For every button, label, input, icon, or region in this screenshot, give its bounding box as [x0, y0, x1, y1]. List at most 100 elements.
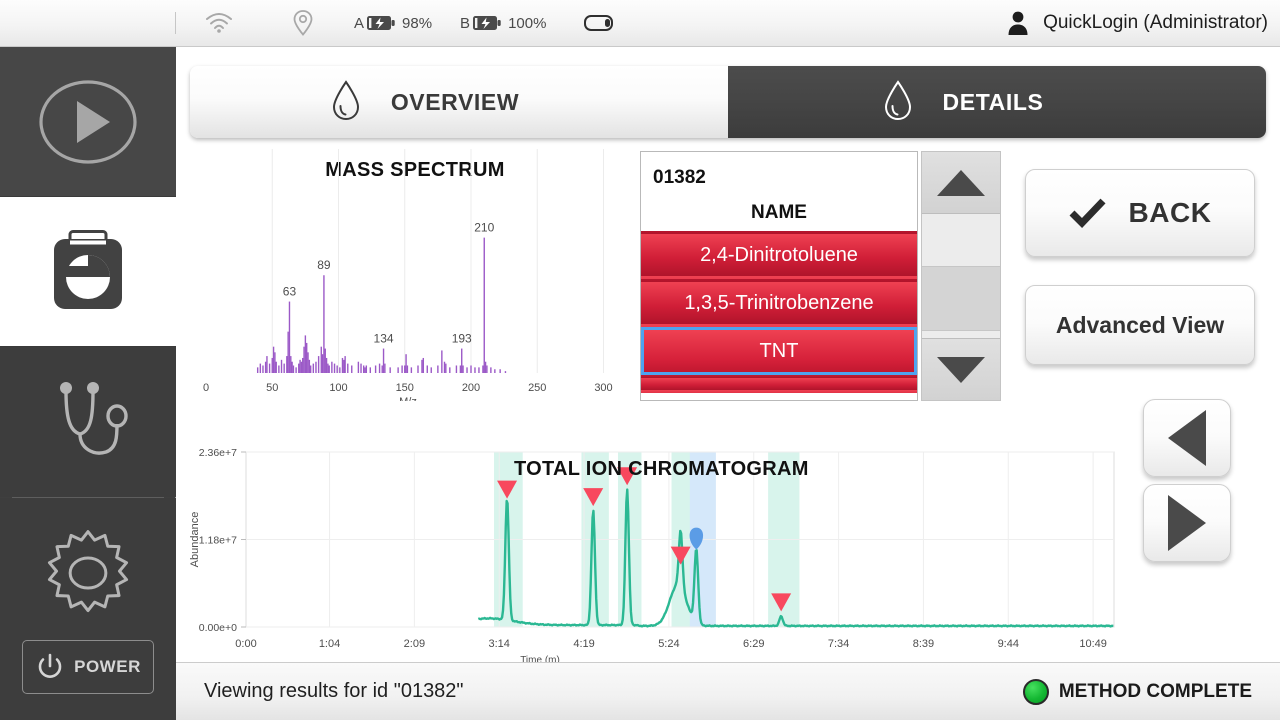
triangle-up-icon [937, 169, 985, 196]
compound-name: TNT [759, 339, 799, 362]
svg-text:2:09: 2:09 [404, 638, 425, 650]
previous-result-button[interactable] [1143, 399, 1231, 477]
method-status: METHOD COMPLETE [1022, 678, 1252, 705]
scrollbar-thumb[interactable] [922, 266, 1000, 331]
power-button-label: POWER [74, 657, 141, 676]
svg-text:134: 134 [374, 332, 394, 346]
power-button[interactable]: POWER [22, 640, 154, 694]
scroll-down-button[interactable] [922, 338, 1000, 400]
advanced-view-button-label: Advanced View [1055, 311, 1225, 338]
back-button-label: BACK [1128, 197, 1212, 228]
battery-icon [367, 16, 395, 30]
location-pin-icon[interactable] [292, 9, 314, 37]
battery-b-indicator[interactable]: B 100% [460, 14, 546, 32]
tab-details[interactable]: DETAILS [728, 66, 1266, 138]
method-status-label: METHOD COMPLETE [1058, 680, 1252, 702]
svg-text:193: 193 [452, 332, 472, 346]
scroll-up-button[interactable] [922, 152, 1000, 214]
topbar-divider [175, 12, 176, 34]
user-account[interactable]: QuickLogin (Administrator) [1007, 10, 1268, 36]
svg-text:1.18e+7: 1.18e+7 [199, 535, 237, 547]
svg-text:0.00e+0: 0.00e+0 [199, 622, 237, 634]
compound-row[interactable]: 2,4-Dinitrotoluene [641, 231, 917, 279]
svg-text:0:00: 0:00 [235, 638, 256, 650]
sidebar-item-run-play[interactable] [0, 47, 176, 197]
svg-text:M/z: M/z [399, 396, 417, 401]
tab-details-label: DETAILS [942, 88, 1044, 115]
triangle-right-icon [1168, 495, 1206, 551]
compound-list-header: NAME [751, 202, 807, 223]
battery-b-letter: B [460, 14, 471, 32]
person-icon [1008, 11, 1028, 35]
svg-text:1:04: 1:04 [319, 638, 340, 650]
wifi-icon[interactable] [204, 11, 234, 35]
battery-icon [473, 16, 501, 30]
main-content: OVERVIEW DETAILS MASS SPECTRUM 0 50 100 150… [176, 47, 1280, 720]
svg-text:63: 63 [283, 285, 297, 299]
mass-spectrum-plot: 0 50 100 150 200 250 300 63 89 134 193 210 M/z [203, 149, 613, 401]
status-message: Viewing results for id "01382" [204, 680, 464, 702]
svg-text:5:24: 5:24 [658, 638, 679, 650]
svg-text:Abundance: Abundance [189, 512, 201, 568]
droplet-icon [883, 79, 913, 126]
droplet-icon [331, 79, 361, 126]
back-button[interactable]: BACK [1025, 169, 1255, 257]
svg-text:6:29: 6:29 [743, 638, 764, 650]
svg-text:4:19: 4:19 [573, 638, 594, 650]
power-icon [38, 653, 62, 678]
svg-text:100: 100 [329, 382, 347, 394]
svg-text:50: 50 [266, 382, 278, 394]
total-ion-chromatogram-chart: TOTAL ION CHROMATOGRAM 0.00e+0 1.18e+7 2.3… [184, 402, 1134, 692]
mass-spectrum-chart: MASS SPECTRUM 0 50 100 150 200 250 300 63 89 134 1… [190, 149, 640, 401]
svg-text:210: 210 [474, 221, 494, 235]
tab-overview[interactable]: OVERVIEW [190, 66, 728, 138]
battery-a-letter: A [354, 14, 365, 32]
battery-a-percent: 98% [402, 14, 433, 32]
sidebar-item-results-report[interactable] [0, 197, 176, 347]
user-name-label: QuickLogin (Administrator) [1043, 12, 1268, 33]
clipboard-pie-chart-icon [54, 229, 122, 309]
advanced-view-button[interactable]: Advanced View [1025, 285, 1255, 365]
triangle-down-icon [937, 356, 985, 383]
view-tabs: OVERVIEW DETAILS [190, 66, 1266, 138]
sidebar-item-diagnostics[interactable] [0, 347, 176, 497]
compound-row[interactable]: 1,3,5-Trinitrobenzene [641, 279, 917, 327]
svg-text:9:44: 9:44 [998, 638, 1019, 650]
battery-a-indicator[interactable]: A 98% [354, 14, 432, 32]
gear-icon [47, 530, 129, 613]
compound-list-rows: 2,4-Dinitrotoluene 1,3,5-Trinitrobenzene… [641, 231, 917, 393]
compound-name: 1,3,5-Trinitrobenzene [684, 291, 874, 314]
battery-icon[interactable] [584, 13, 618, 33]
status-indicator-dot [1022, 678, 1049, 705]
compound-list-panel: 01382 NAME 2,4-Dinitrotoluene 1,3,5-Trin… [640, 151, 918, 401]
top-status-bar: A 98% B 100% QuickLogin (Administrator) [0, 0, 1280, 47]
svg-text:150: 150 [396, 382, 414, 394]
scrollbar-track[interactable] [922, 214, 1000, 338]
svg-text:0: 0 [203, 382, 209, 394]
svg-text:200: 200 [462, 382, 480, 394]
svg-text:250: 250 [528, 382, 546, 394]
svg-text:2.36e+7: 2.36e+7 [199, 447, 237, 459]
sample-id-label: 01382 [653, 167, 706, 188]
compound-row-partial[interactable] [641, 375, 917, 393]
application-window: A 98% B 100% QuickLogin (Administrator) … [0, 0, 1280, 720]
play-circle-icon [39, 79, 137, 164]
svg-text:10:49: 10:49 [1079, 638, 1107, 650]
svg-text:8:39: 8:39 [913, 638, 934, 650]
triangle-left-icon [1168, 410, 1206, 466]
svg-text:3:14: 3:14 [489, 638, 510, 650]
svg-text:7:34: 7:34 [828, 638, 849, 650]
chromatogram-plot: 0.00e+0 1.18e+7 2.36e+7 0:00 1:04 2:09 3:14 4:1… [189, 447, 1115, 666]
chromatogram-title: TOTAL ION CHROMATOGRAM [514, 458, 809, 480]
svg-text:300: 300 [594, 382, 612, 394]
next-result-button[interactable] [1143, 484, 1231, 562]
compound-row-selected[interactable]: TNT [641, 327, 917, 375]
check-icon [1069, 198, 1106, 228]
battery-b-percent: 100% [508, 14, 547, 32]
compound-name: 2,4-Dinitrotoluene [700, 243, 858, 266]
sidebar-power-area: POWER [0, 614, 176, 720]
compound-list-scrollbar[interactable] [921, 151, 1001, 401]
tab-overview-label: OVERVIEW [390, 88, 520, 115]
left-sidebar: POWER [0, 47, 176, 720]
bottom-status-bar: Viewing results for id "01382" METHOD CO… [176, 662, 1280, 720]
